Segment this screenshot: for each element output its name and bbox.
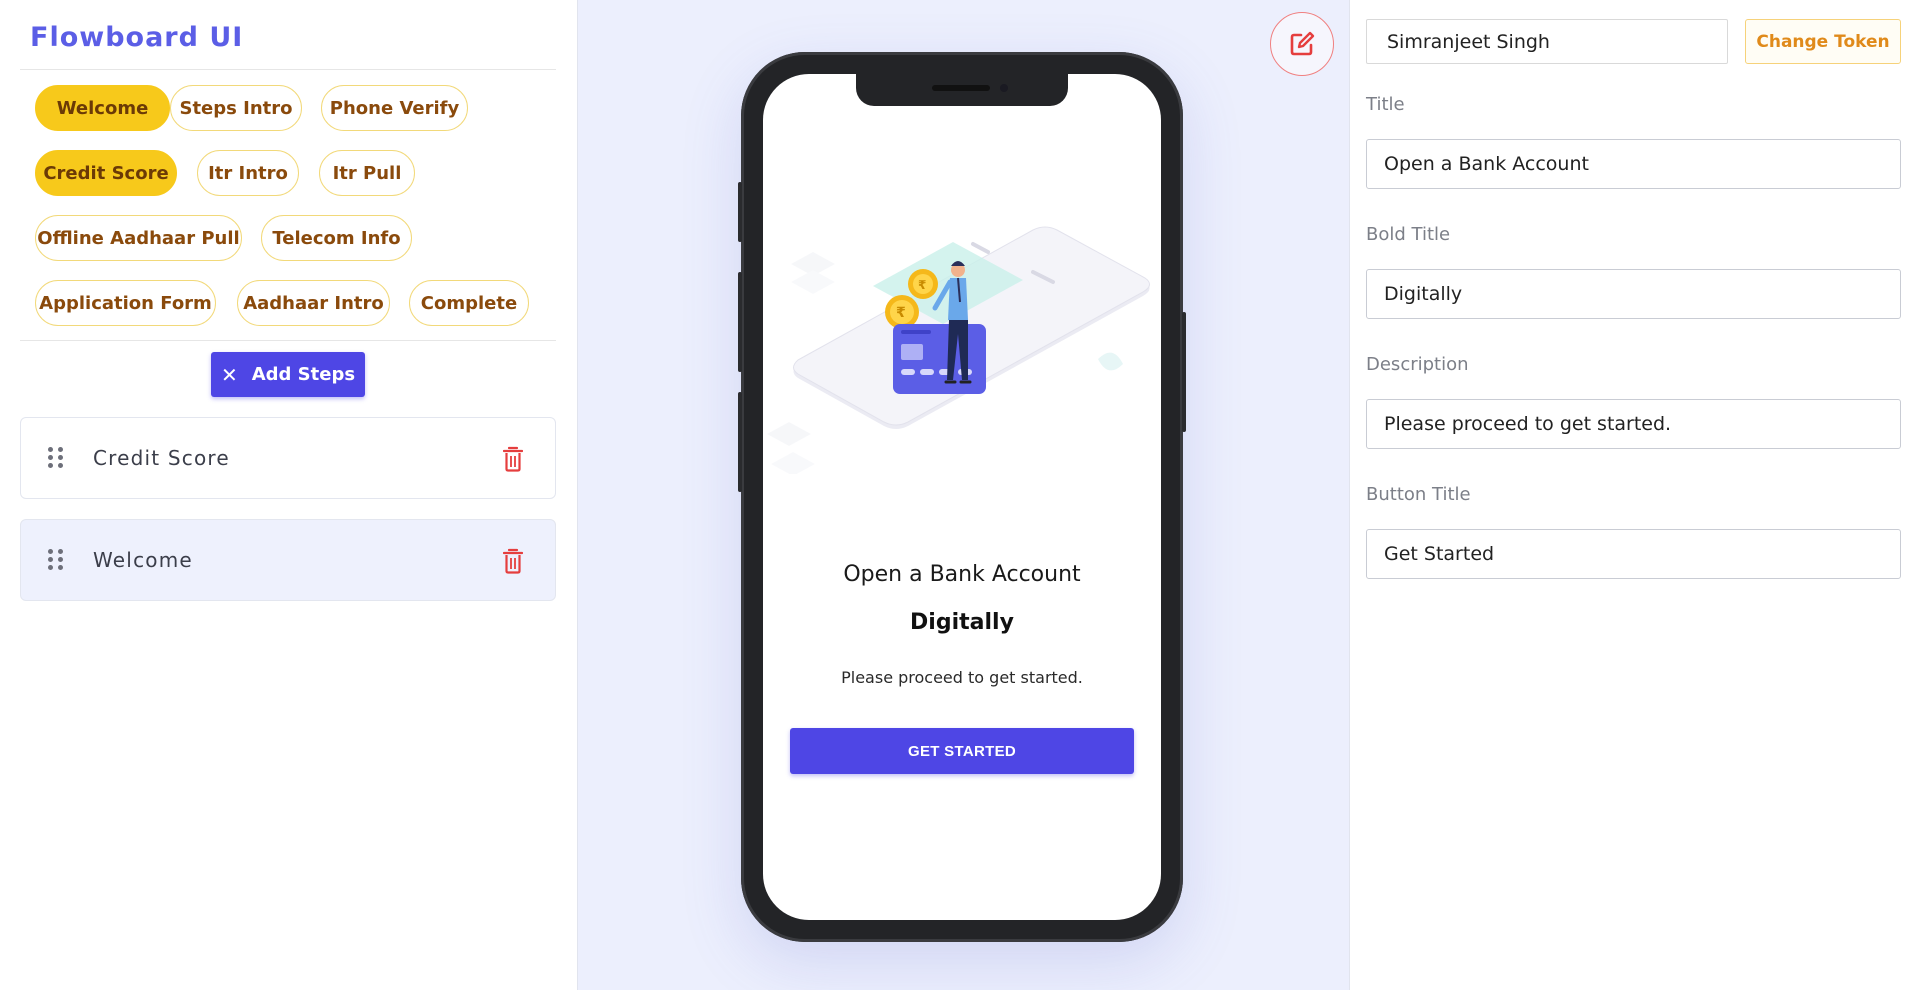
divider (20, 340, 556, 341)
edit-button[interactable] (1270, 12, 1334, 76)
phone-notch (856, 74, 1068, 106)
preview-bold-title: Digitally (910, 610, 1014, 635)
drag-handle-icon[interactable] (48, 549, 64, 571)
bank-card-illustration: ₹ ₹ (767, 226, 1150, 474)
preview-description: Please proceed to get started. (841, 668, 1083, 687)
step-item-credit-score[interactable]: Credit Score (20, 417, 556, 499)
chip-credit-score[interactable]: Credit Score (35, 150, 177, 196)
phone-screen: ₹ ₹ Open a Bank Account Digitally Please… (763, 74, 1161, 920)
svg-text:₹: ₹ (896, 304, 906, 320)
phone-mockup: ₹ ₹ Open a Bank Account Digitally Please… (738, 52, 1186, 942)
step-label: Credit Score (93, 446, 230, 470)
description-label: Description (1366, 354, 1469, 375)
button-title-label: Button Title (1366, 484, 1471, 505)
bold-title-input[interactable]: Digitally (1366, 269, 1901, 319)
title-label: Title (1366, 94, 1405, 115)
divider (20, 69, 556, 70)
title-input[interactable]: Open a Bank Account (1366, 139, 1901, 189)
delete-icon[interactable] (503, 446, 523, 472)
chip-complete[interactable]: Complete (409, 280, 529, 326)
properties-panel: Simranjeet Singh Change Token Title Open… (1349, 0, 1917, 990)
get-started-button[interactable]: GET STARTED (790, 728, 1134, 774)
volume-button (738, 392, 742, 492)
app-title: Flowboard UI (30, 22, 244, 53)
button-title-input[interactable]: Get Started (1366, 529, 1901, 579)
step-label: Welcome (93, 548, 193, 572)
token-user-field[interactable]: Simranjeet Singh (1366, 19, 1728, 64)
add-steps-button[interactable]: ✕ Add Steps (211, 352, 365, 397)
chip-steps-intro[interactable]: Steps Intro (170, 85, 302, 131)
add-steps-label: Add Steps (251, 364, 356, 385)
description-input[interactable]: Please proceed to get started. (1366, 399, 1901, 449)
volume-button (738, 272, 742, 372)
step-item-welcome[interactable]: Welcome (20, 519, 556, 601)
power-button (1182, 312, 1186, 432)
change-token-button[interactable]: Change Token (1745, 19, 1901, 64)
volume-button (738, 182, 742, 242)
svg-text:₹: ₹ (918, 278, 926, 292)
chip-itr-pull[interactable]: Itr Pull (319, 150, 415, 196)
close-icon: ✕ (220, 362, 238, 387)
drag-handle-icon[interactable] (48, 447, 64, 469)
chip-aadhaar-intro[interactable]: Aadhaar Intro (237, 280, 390, 326)
bold-title-label: Bold Title (1366, 224, 1451, 245)
chip-telecom-info[interactable]: Telecom Info (261, 215, 412, 261)
chip-welcome[interactable]: Welcome (35, 85, 170, 131)
chip-itr-intro[interactable]: Itr Intro (197, 150, 299, 196)
steps-panel: Flowboard UI Welcome Steps Intro Phone V… (0, 0, 578, 990)
chip-phone-verify[interactable]: Phone Verify (321, 85, 468, 131)
chip-application-form[interactable]: Application Form (35, 280, 216, 326)
chip-offline-aadhaar-pull[interactable]: Offline Aadhaar Pull (35, 215, 242, 261)
delete-icon[interactable] (503, 548, 523, 574)
edit-icon (1290, 31, 1315, 56)
preview-title: Open a Bank Account (843, 562, 1081, 587)
